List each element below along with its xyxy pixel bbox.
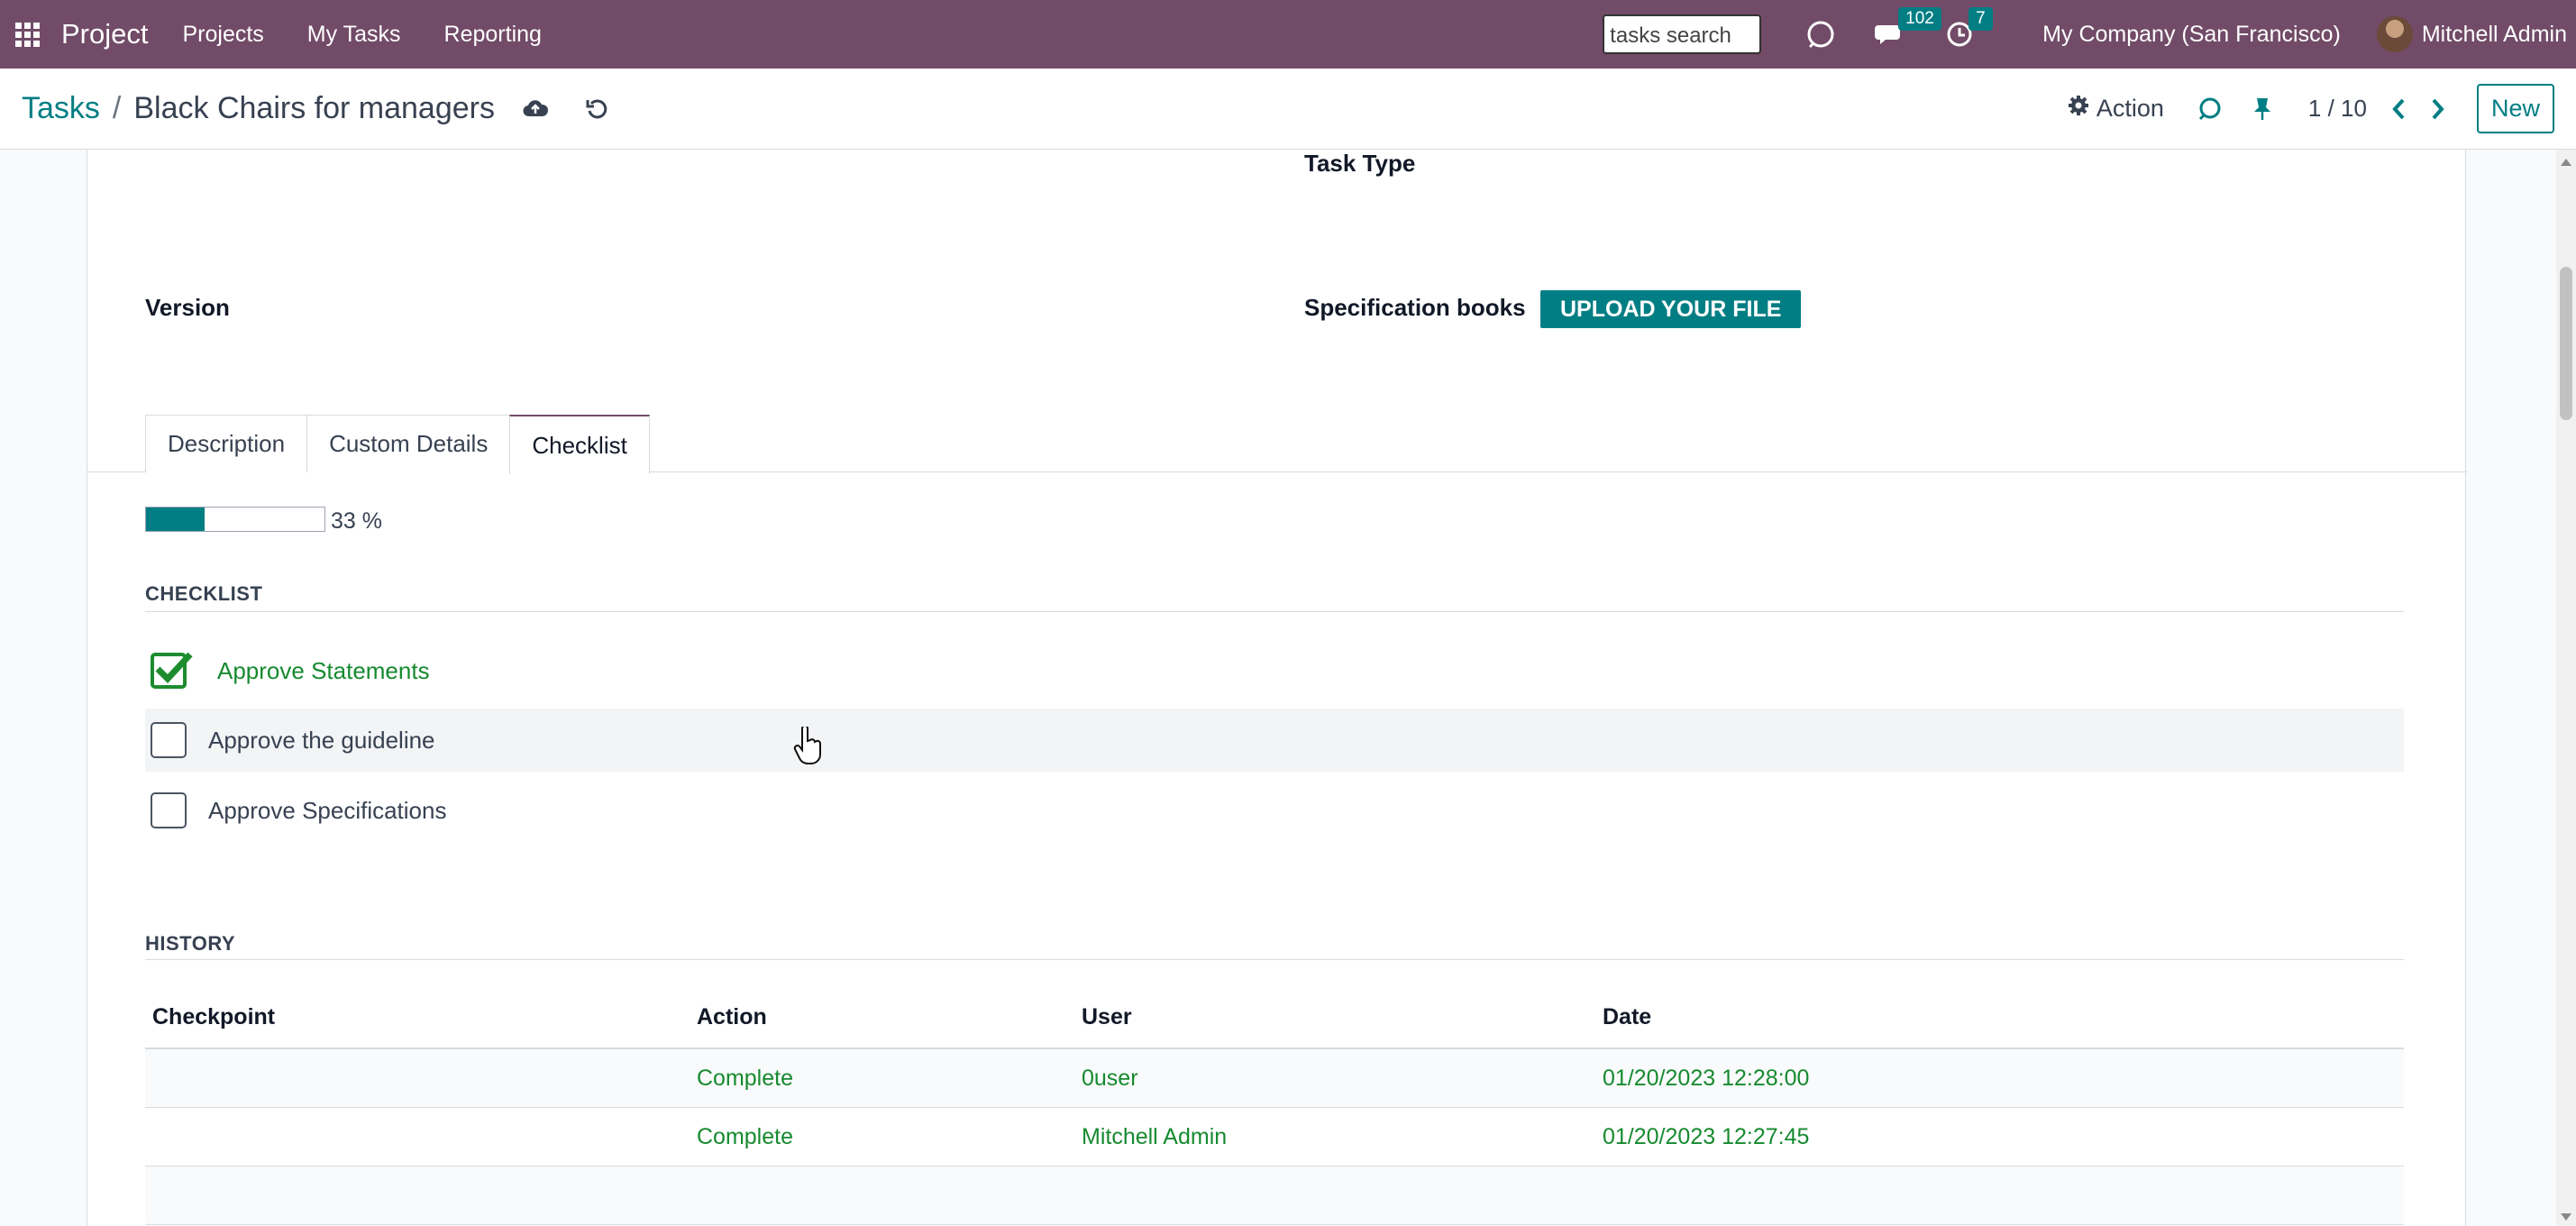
pager-previous-icon[interactable] xyxy=(2390,97,2407,121)
action-label: Action xyxy=(2096,95,2164,122)
tab-checklist[interactable]: Checklist xyxy=(509,415,650,474)
progress-percent: 33 % xyxy=(331,508,382,534)
pager-value[interactable]: 1 / 10 xyxy=(2308,95,2367,123)
checklist-divider xyxy=(145,611,2404,612)
menu-my-tasks[interactable]: My Tasks xyxy=(307,22,401,48)
checklist-item-label: Approve the guideline xyxy=(208,726,435,754)
menu-reporting[interactable]: Reporting xyxy=(444,22,542,48)
page-scrollbar[interactable] xyxy=(2556,150,2576,1226)
table-row-empty xyxy=(145,1167,2404,1225)
table-row[interactable]: Complete 0user 01/20/2023 12:28:00 xyxy=(145,1049,2404,1108)
breadcrumb-tasks[interactable]: Tasks xyxy=(22,91,100,126)
discard-icon[interactable] xyxy=(585,96,610,122)
pager-next-icon[interactable] xyxy=(2430,97,2446,121)
scroll-up-icon[interactable] xyxy=(2561,159,2571,166)
history-divider xyxy=(145,959,2404,960)
app-brand[interactable]: Project xyxy=(61,18,148,50)
checklist-item-label: Approve Statements xyxy=(217,656,430,684)
company-switcher[interactable]: My Company (San Francisco) xyxy=(2042,22,2341,48)
new-button[interactable]: New xyxy=(2476,84,2554,133)
chatter-toggle-icon[interactable] xyxy=(2197,96,2224,123)
hand-cursor-icon xyxy=(793,725,822,771)
specification-books-label: Specification books xyxy=(1304,294,1526,321)
checklist-item[interactable]: Approve Statements xyxy=(145,639,2404,702)
save-cloud-icon[interactable] xyxy=(522,98,549,120)
upload-file-button[interactable]: UPLOAD YOUR FILE xyxy=(1540,290,1802,328)
table-row[interactable]: Complete Mitchell Admin 01/20/2023 12:27… xyxy=(145,1108,2404,1167)
checklist-section-title: CHECKLIST xyxy=(145,582,263,605)
checklist-item[interactable]: Approve Specifications xyxy=(145,779,2404,842)
action-menu-button[interactable]: Action xyxy=(2068,95,2164,123)
history-section-title: HISTORY xyxy=(145,932,236,955)
tab-description[interactable]: Description xyxy=(145,415,308,472)
activities-icon[interactable]: 7 xyxy=(1945,7,1993,49)
column-user[interactable]: User xyxy=(1082,986,1132,1048)
column-action[interactable]: Action xyxy=(697,986,767,1048)
cell-user: 0user xyxy=(1082,1065,1138,1091)
checkbox-unchecked[interactable] xyxy=(151,722,187,758)
user-menu[interactable]: Mitchell Admin xyxy=(2422,22,2567,48)
progress-fill xyxy=(146,508,206,531)
form-sheet: Task Type Version Specification books UP… xyxy=(87,150,2467,1226)
scrollbar-thumb[interactable] xyxy=(2560,267,2572,420)
checklist-progress-bar xyxy=(145,507,325,532)
app-switcher-icon[interactable] xyxy=(0,0,54,69)
task-type-label: Task Type xyxy=(1304,150,1416,177)
checkbox-unchecked[interactable] xyxy=(151,792,187,828)
pin-icon[interactable] xyxy=(2252,96,2272,122)
column-checkpoint[interactable]: Checkpoint xyxy=(152,986,275,1048)
tab-custom-details[interactable]: Custom Details xyxy=(306,415,511,472)
checkmark-icon xyxy=(155,652,193,684)
top-navbar: Project Projects My Tasks Reporting task… xyxy=(0,0,2576,69)
notebook-tabs: Description Custom Details Checklist xyxy=(145,415,650,474)
scroll-down-icon[interactable] xyxy=(2561,1213,2571,1221)
checkbox-checked[interactable] xyxy=(151,652,193,689)
checklist-item-label: Approve Specifications xyxy=(208,796,447,824)
column-date[interactable]: Date xyxy=(1603,986,1651,1048)
messages-icon[interactable]: 102 xyxy=(1875,7,1941,49)
version-label: Version xyxy=(145,294,230,321)
menu-projects[interactable]: Projects xyxy=(182,22,263,48)
tasks-search-input[interactable]: tasks search xyxy=(1603,14,1762,54)
cell-date: 01/20/2023 12:28:00 xyxy=(1603,1065,1810,1091)
page-title: Black Chairs for managers xyxy=(133,91,495,125)
cell-user: Mitchell Admin xyxy=(1082,1123,1228,1149)
cell-action: Complete xyxy=(697,1065,793,1091)
gear-icon xyxy=(2068,95,2089,123)
control-panel: Tasks / Black Chairs for managers Action… xyxy=(0,69,2576,150)
checklist-item[interactable]: Approve the guideline xyxy=(145,709,2404,772)
breadcrumb-separator: / xyxy=(112,91,122,125)
messages-count-badge: 102 xyxy=(1898,7,1941,31)
cell-action: Complete xyxy=(697,1123,793,1149)
cell-date: 01/20/2023 12:27:45 xyxy=(1603,1123,1810,1149)
avatar[interactable] xyxy=(2376,16,2413,52)
odoo-logo-icon[interactable] xyxy=(1804,18,1837,50)
activities-count-badge: 7 xyxy=(1969,7,1993,31)
history-table-header: Checkpoint Action User Date xyxy=(145,986,2404,1049)
